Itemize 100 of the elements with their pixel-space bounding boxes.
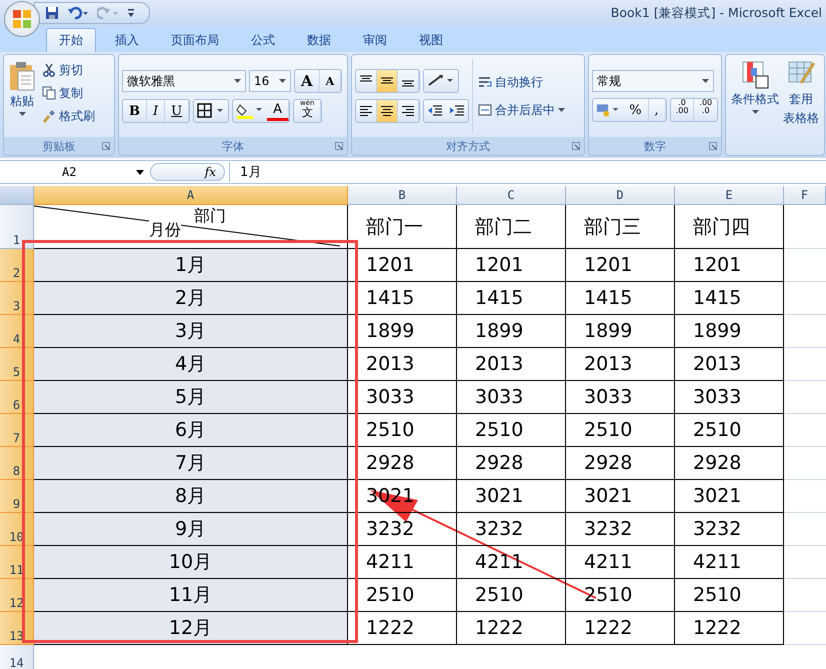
table-cell: 2928 xyxy=(566,447,675,480)
formula-field[interactable]: 1月 xyxy=(229,162,826,182)
row-header[interactable]: 11 xyxy=(0,546,34,579)
row-header[interactable]: 4 xyxy=(0,315,34,348)
ribbon-tab[interactable]: 数据 xyxy=(294,28,344,52)
conditional-format-button[interactable]: 条件格式 xyxy=(729,59,781,151)
horizontal-align-button[interactable] xyxy=(377,100,398,122)
dialog-launcher-icon[interactable] xyxy=(572,142,580,150)
ribbon-tab[interactable]: 页面布局 xyxy=(158,28,232,52)
merge-center-button[interactable]: 合并后居中 xyxy=(476,99,567,121)
group-label: 字体 xyxy=(222,138,244,154)
group-label: 对齐方式 xyxy=(446,138,490,154)
table-cell: 部门二 xyxy=(457,205,566,249)
row-header[interactable]: 14 xyxy=(0,645,34,669)
ribbon-tab[interactable]: 开始 xyxy=(46,28,96,52)
column-header[interactable]: B xyxy=(348,186,457,205)
table-cell: 1201 xyxy=(457,249,566,282)
comma-button[interactable]: , xyxy=(648,99,666,121)
wrap-text-button[interactable]: 自动换行 xyxy=(476,71,567,93)
copy-icon xyxy=(42,86,56,100)
increase-decimal-button[interactable]: .0 .00 xyxy=(670,99,694,121)
table-cell: 2510 xyxy=(566,414,675,447)
table-cell: 1899 xyxy=(675,315,784,348)
table-cell: 8月 xyxy=(34,480,348,513)
caret-icon xyxy=(136,170,144,174)
wrap-icon xyxy=(478,76,492,88)
ribbon-tab[interactable]: 审阅 xyxy=(350,28,400,52)
column-title: 部门 xyxy=(194,206,226,227)
dialog-launcher-icon[interactable] xyxy=(102,142,110,150)
caret-icon xyxy=(702,79,709,83)
table-cell: 5月 xyxy=(34,381,348,414)
font-name-field[interactable]: 微软雅黑 xyxy=(122,70,246,92)
table-cell: 2013 xyxy=(566,348,675,381)
format-as-table-button[interactable]: 套用 表格格 xyxy=(781,59,821,151)
table-cell: 2013 xyxy=(675,348,784,381)
column-header[interactable]: F xyxy=(784,186,826,205)
conditional-format-icon xyxy=(741,61,769,89)
column-header[interactable]: E xyxy=(675,186,784,205)
table-cell: 6月 xyxy=(34,414,348,447)
italic-button[interactable]: I xyxy=(147,100,166,122)
paste-button[interactable]: 粘贴 xyxy=(7,59,37,133)
ribbon-tab[interactable]: 插入 xyxy=(102,28,152,52)
column-header[interactable]: C xyxy=(457,186,566,205)
row-header[interactable]: 9 xyxy=(0,480,34,513)
caret-icon xyxy=(752,110,758,114)
table-cell: 2510 xyxy=(566,579,675,612)
percent-button[interactable]: % xyxy=(623,99,649,121)
table-cell: 3033 xyxy=(566,381,675,414)
table-cell: 1201 xyxy=(348,249,457,282)
table-cell: 部门三 xyxy=(566,205,675,249)
column-header[interactable]: A xyxy=(34,186,348,205)
underline-button[interactable]: U xyxy=(165,100,190,122)
row-header[interactable]: 12 xyxy=(0,579,34,612)
table-cell: 3021 xyxy=(457,480,566,513)
ribbon-tab[interactable]: 公式 xyxy=(238,28,288,52)
copy-button[interactable]: 复制 xyxy=(40,82,97,104)
row-header[interactable]: 7 xyxy=(0,414,34,447)
decrease-decimal-button[interactable]: .00 .0 xyxy=(694,99,717,121)
caret-icon xyxy=(234,79,241,83)
shrink-font-button[interactable]: A xyxy=(320,70,342,92)
table-cell: 1222 xyxy=(457,612,566,645)
name-box[interactable]: A2 xyxy=(0,162,150,182)
cut-button[interactable]: 剪切 xyxy=(40,59,97,81)
table-cell: 3232 xyxy=(348,513,457,546)
font-size-field[interactable]: 16 xyxy=(249,70,291,92)
table-cell: 3232 xyxy=(675,513,784,546)
undo-icon[interactable] xyxy=(67,6,89,20)
customize-icon[interactable] xyxy=(127,8,135,18)
table-cell: 4月 xyxy=(34,348,348,381)
row-header[interactable]: 2 xyxy=(0,249,34,282)
insert-function-button[interactable]: fx xyxy=(150,163,225,181)
table-cell: 2928 xyxy=(348,447,457,480)
row-header[interactable]: 6 xyxy=(0,381,34,414)
table-cell: 3033 xyxy=(457,381,566,414)
table-cell: 11月 xyxy=(34,579,348,612)
vertical-align-button[interactable] xyxy=(377,70,398,92)
table-cell: 2013 xyxy=(457,348,566,381)
window-title: Book1 [兼容模式] - Microsoft Excel xyxy=(610,4,822,22)
align-icon xyxy=(359,105,373,117)
caret-icon xyxy=(558,108,565,112)
table-cell: 2928 xyxy=(457,447,566,480)
ribbon-tab[interactable]: 视图 xyxy=(406,28,456,52)
row-header[interactable]: 3 xyxy=(0,282,34,315)
bold-button[interactable]: B xyxy=(123,100,147,122)
table-cell: 1201 xyxy=(675,249,784,282)
save-icon[interactable] xyxy=(45,6,59,20)
merge-icon xyxy=(478,104,492,116)
number-format-field[interactable]: 常规 xyxy=(592,70,714,92)
table-cell: 1月 xyxy=(34,249,348,282)
row-header[interactable]: 8 xyxy=(0,447,34,480)
grow-font-button[interactable]: A xyxy=(295,70,320,92)
column-header[interactable]: D xyxy=(566,186,675,205)
row-header[interactable]: 5 xyxy=(0,348,34,381)
table-cell: 1201 xyxy=(566,249,675,282)
table-cell: 3232 xyxy=(457,513,566,546)
row-header[interactable]: 1 xyxy=(0,205,34,249)
dialog-launcher-icon[interactable] xyxy=(335,142,343,150)
table-cell: 部门四 xyxy=(675,205,784,249)
dialog-launcher-icon[interactable] xyxy=(709,142,717,150)
format-painter-button[interactable]: 格式刷 xyxy=(40,105,97,127)
